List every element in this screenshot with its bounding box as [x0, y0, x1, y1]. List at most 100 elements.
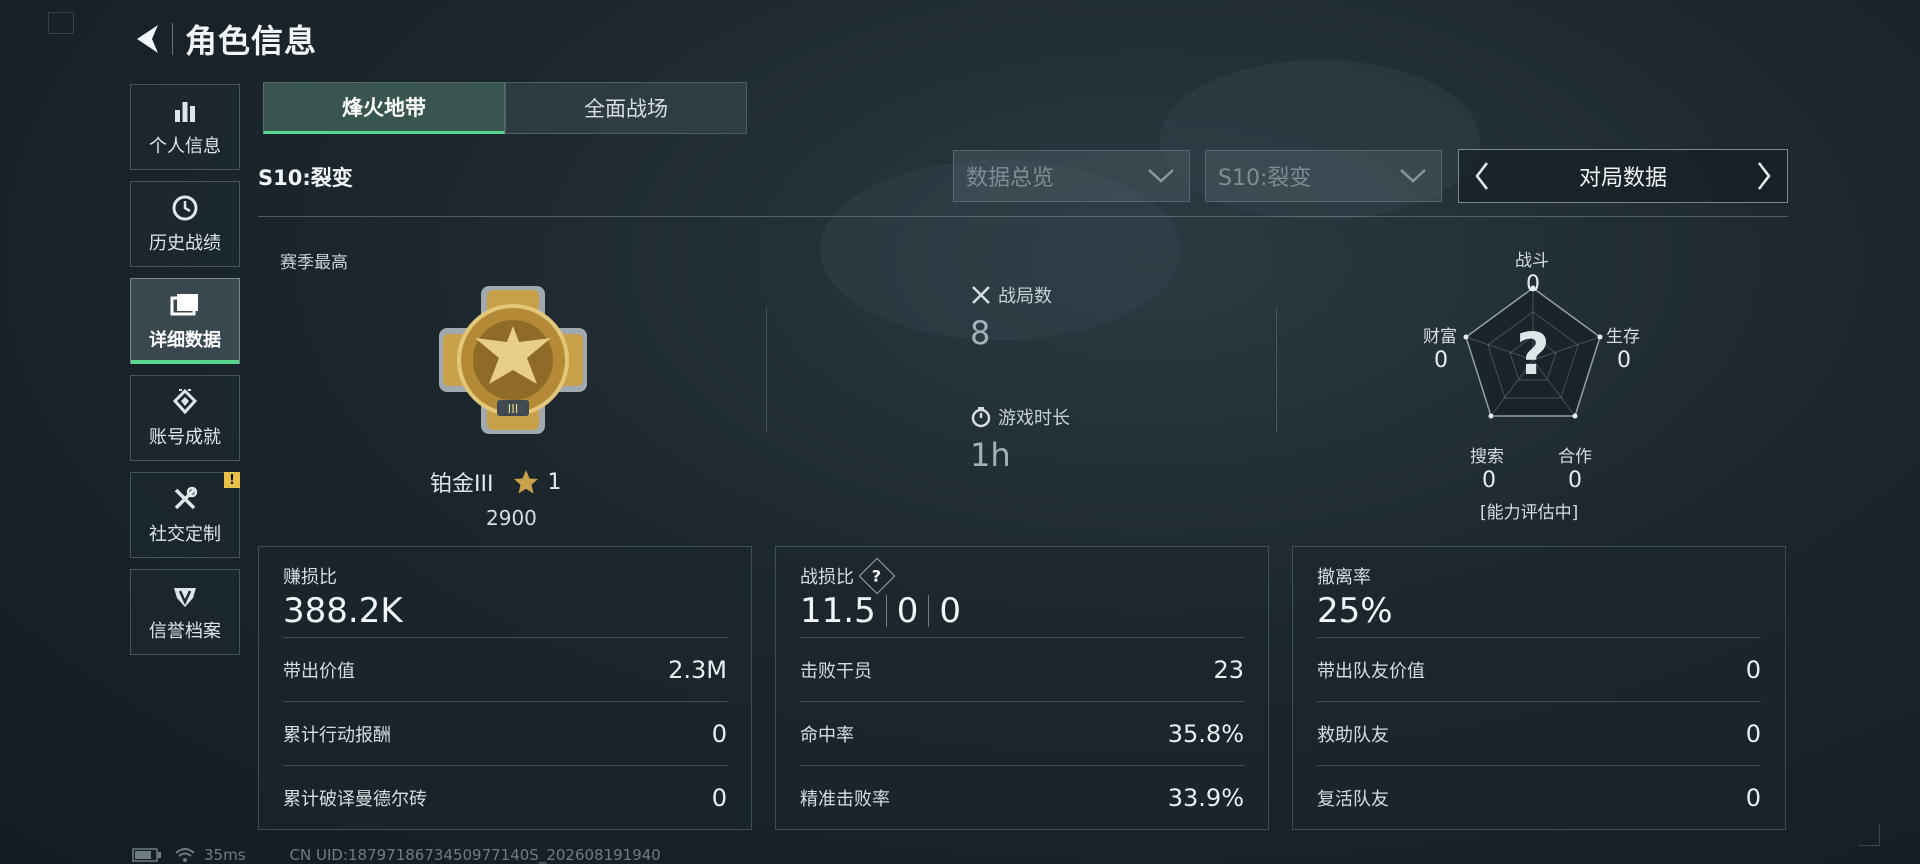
page-title: 角色信息 [185, 22, 318, 60]
kd-tertiary-value: 0 [939, 591, 961, 631]
matches-value: 8 [970, 314, 991, 352]
chevron-right-icon [1757, 162, 1771, 190]
achievement-icon [170, 387, 200, 417]
card-head-value: 11.5 0 0 [800, 591, 961, 631]
profit-loss-value: 388.2K [283, 591, 403, 631]
pager-prev-button[interactable] [1469, 158, 1495, 194]
card-row-value: 35.8% [1167, 719, 1244, 748]
card-row-label: 救助队友 [1317, 724, 1389, 746]
radar-axis-search-label: 搜索 [1470, 447, 1504, 467]
card-row: 救助队友 0 [1317, 701, 1761, 765]
pager-next-button[interactable] [1751, 158, 1777, 194]
divider [258, 216, 1788, 217]
notification-badge: ! [224, 472, 240, 488]
kd-ratio-label: 战损比 [800, 567, 854, 588]
page-header: 角色信息 [130, 18, 317, 60]
sidebar-item-detailed-data[interactable]: 详细数据 [130, 278, 240, 364]
pager-label: 对局数据 [1578, 166, 1667, 191]
stat-label: 战局数 [970, 282, 1052, 308]
matches-stat: 战局数 8 [970, 282, 1052, 352]
sidebar-item-social-custom[interactable]: 社交定制 ! [130, 472, 240, 558]
chevron-left-icon [1475, 162, 1488, 190]
wifi-icon [175, 848, 195, 862]
stopwatch-icon [971, 407, 991, 428]
card-row-value: 2.3M [668, 655, 727, 684]
ability-radar: ? 战斗 0 生存 0 财富 0 搜索 0 合作 0 [能力评估中] [1420, 240, 1640, 530]
rank-stars: 1 [547, 469, 562, 495]
card-row-value: 33.9% [1167, 783, 1244, 812]
season-dropdown[interactable]: S10:裂变 [1205, 150, 1442, 202]
sidebar-item-label: 社交定制 [149, 524, 221, 545]
match-data-pager: 对局数据 [1458, 149, 1788, 203]
card-row-label: 复活队友 [1317, 788, 1389, 810]
card-row-label: 带出价值 [283, 660, 355, 682]
dropdown-value: S10:裂变 [1218, 166, 1312, 191]
shield-icon [170, 581, 200, 611]
card-row-value: 0 [1745, 655, 1761, 684]
sidebar: 个人信息 历史战绩 详细数据 账号成就 社交定制 ! 信誉档案 [130, 84, 240, 666]
playtime-label: 游戏时长 [998, 408, 1070, 429]
tools-icon [170, 484, 200, 514]
crossed-swords-icon [972, 286, 990, 304]
card-row: 累计破译曼德尔砖 0 [283, 765, 727, 829]
corner-decoration [1858, 824, 1880, 846]
card-rows: 带出队友价值 0 救助队友 0 复活队友 0 [1317, 637, 1761, 829]
tab-hazard-zone[interactable]: 烽火地带 [263, 82, 505, 134]
stat-label: 游戏时长 [970, 404, 1070, 430]
folder-icon [170, 290, 200, 320]
card-rows: 带出价值 2.3M 累计行动报酬 0 累计破译曼德尔砖 0 [283, 637, 727, 829]
card-row-value: 23 [1213, 655, 1244, 684]
user-uid: CN UID:1879718673450977140S_202608191940 [289, 846, 661, 864]
sidebar-item-credit-file[interactable]: 信誉档案 [130, 569, 240, 655]
extraction-rate-card: 撤离率 25% 带出队友价值 0 救助队友 0 复活队友 0 [1292, 546, 1786, 830]
radar-axis-teamwork-value: 0 [1568, 468, 1582, 493]
radar-status-note: [能力评估中] [1480, 503, 1579, 523]
rank-info: 铂金III 1 [430, 466, 561, 498]
season-title: S10:裂变 [258, 166, 353, 190]
help-button[interactable]: ? [858, 557, 896, 595]
card-row: 击败干员 23 [800, 637, 1244, 701]
back-arrow-icon [137, 25, 158, 53]
card-row: 带出价值 2.3M [283, 637, 727, 701]
card-rows: 击败干员 23 命中率 35.8% 精准击败率 33.9% [800, 637, 1244, 829]
back-button[interactable] [130, 19, 166, 59]
radar-axis-wealth-value: 0 [1434, 348, 1448, 373]
card-row-label: 命中率 [800, 724, 854, 746]
svg-text:III: III [508, 401, 519, 416]
card-row: 精准击败率 33.9% [800, 765, 1244, 829]
kd-secondary-value: 0 [896, 591, 919, 631]
radar-center-mark: ? [1516, 320, 1550, 388]
radar-axis-survival-value: 0 [1617, 348, 1631, 373]
sidebar-item-personal-info[interactable]: 个人信息 [130, 84, 240, 170]
value-separator [928, 595, 930, 627]
sidebar-item-achievements[interactable]: 账号成就 [130, 375, 240, 461]
value-separator [885, 595, 887, 627]
card-row-value: 0 [711, 783, 727, 812]
corner-decoration [48, 12, 74, 34]
ping-value: 35ms [204, 846, 246, 864]
mode-tabs: 烽火地带 全面战场 [263, 82, 747, 134]
card-row-label: 累计破译曼德尔砖 [283, 788, 427, 810]
radar-axis-search-value: 0 [1482, 468, 1496, 493]
sidebar-item-label: 详细数据 [149, 330, 221, 351]
card-row-label: 击败干员 [800, 660, 872, 682]
season-best-label: 赛季最高 [280, 253, 348, 273]
sidebar-item-match-history[interactable]: 历史战绩 [130, 181, 240, 267]
sidebar-item-label: 账号成就 [149, 427, 221, 448]
extraction-rate-value: 25% [1317, 591, 1393, 631]
star-icon [514, 470, 539, 494]
radar-axis-combat-label: 战斗 [1515, 251, 1549, 271]
divider [766, 308, 767, 432]
kd-ratio-card: 战损比 ? 11.5 0 0 击败干员 23 命中率 35.8% 精准击败率 3… [775, 546, 1269, 830]
tab-full-battlefield[interactable]: 全面战场 [505, 82, 747, 134]
card-row: 命中率 35.8% [800, 701, 1244, 765]
data-view-dropdown[interactable]: 数据总览 [953, 150, 1190, 202]
radar-axis-survival-label: 生存 [1606, 327, 1640, 347]
card-row: 带出队友价值 0 [1317, 637, 1761, 701]
profit-loss-card: 赚损比 388.2K 带出价值 2.3M 累计行动报酬 0 累计破译曼德尔砖 0 [258, 546, 752, 830]
card-head-label: 赚损比 [283, 567, 337, 588]
card-head-value: 388.2K [283, 591, 403, 631]
sidebar-item-label: 信誉档案 [149, 621, 221, 642]
sidebar-item-label: 个人信息 [149, 136, 221, 157]
divider [1276, 308, 1277, 432]
